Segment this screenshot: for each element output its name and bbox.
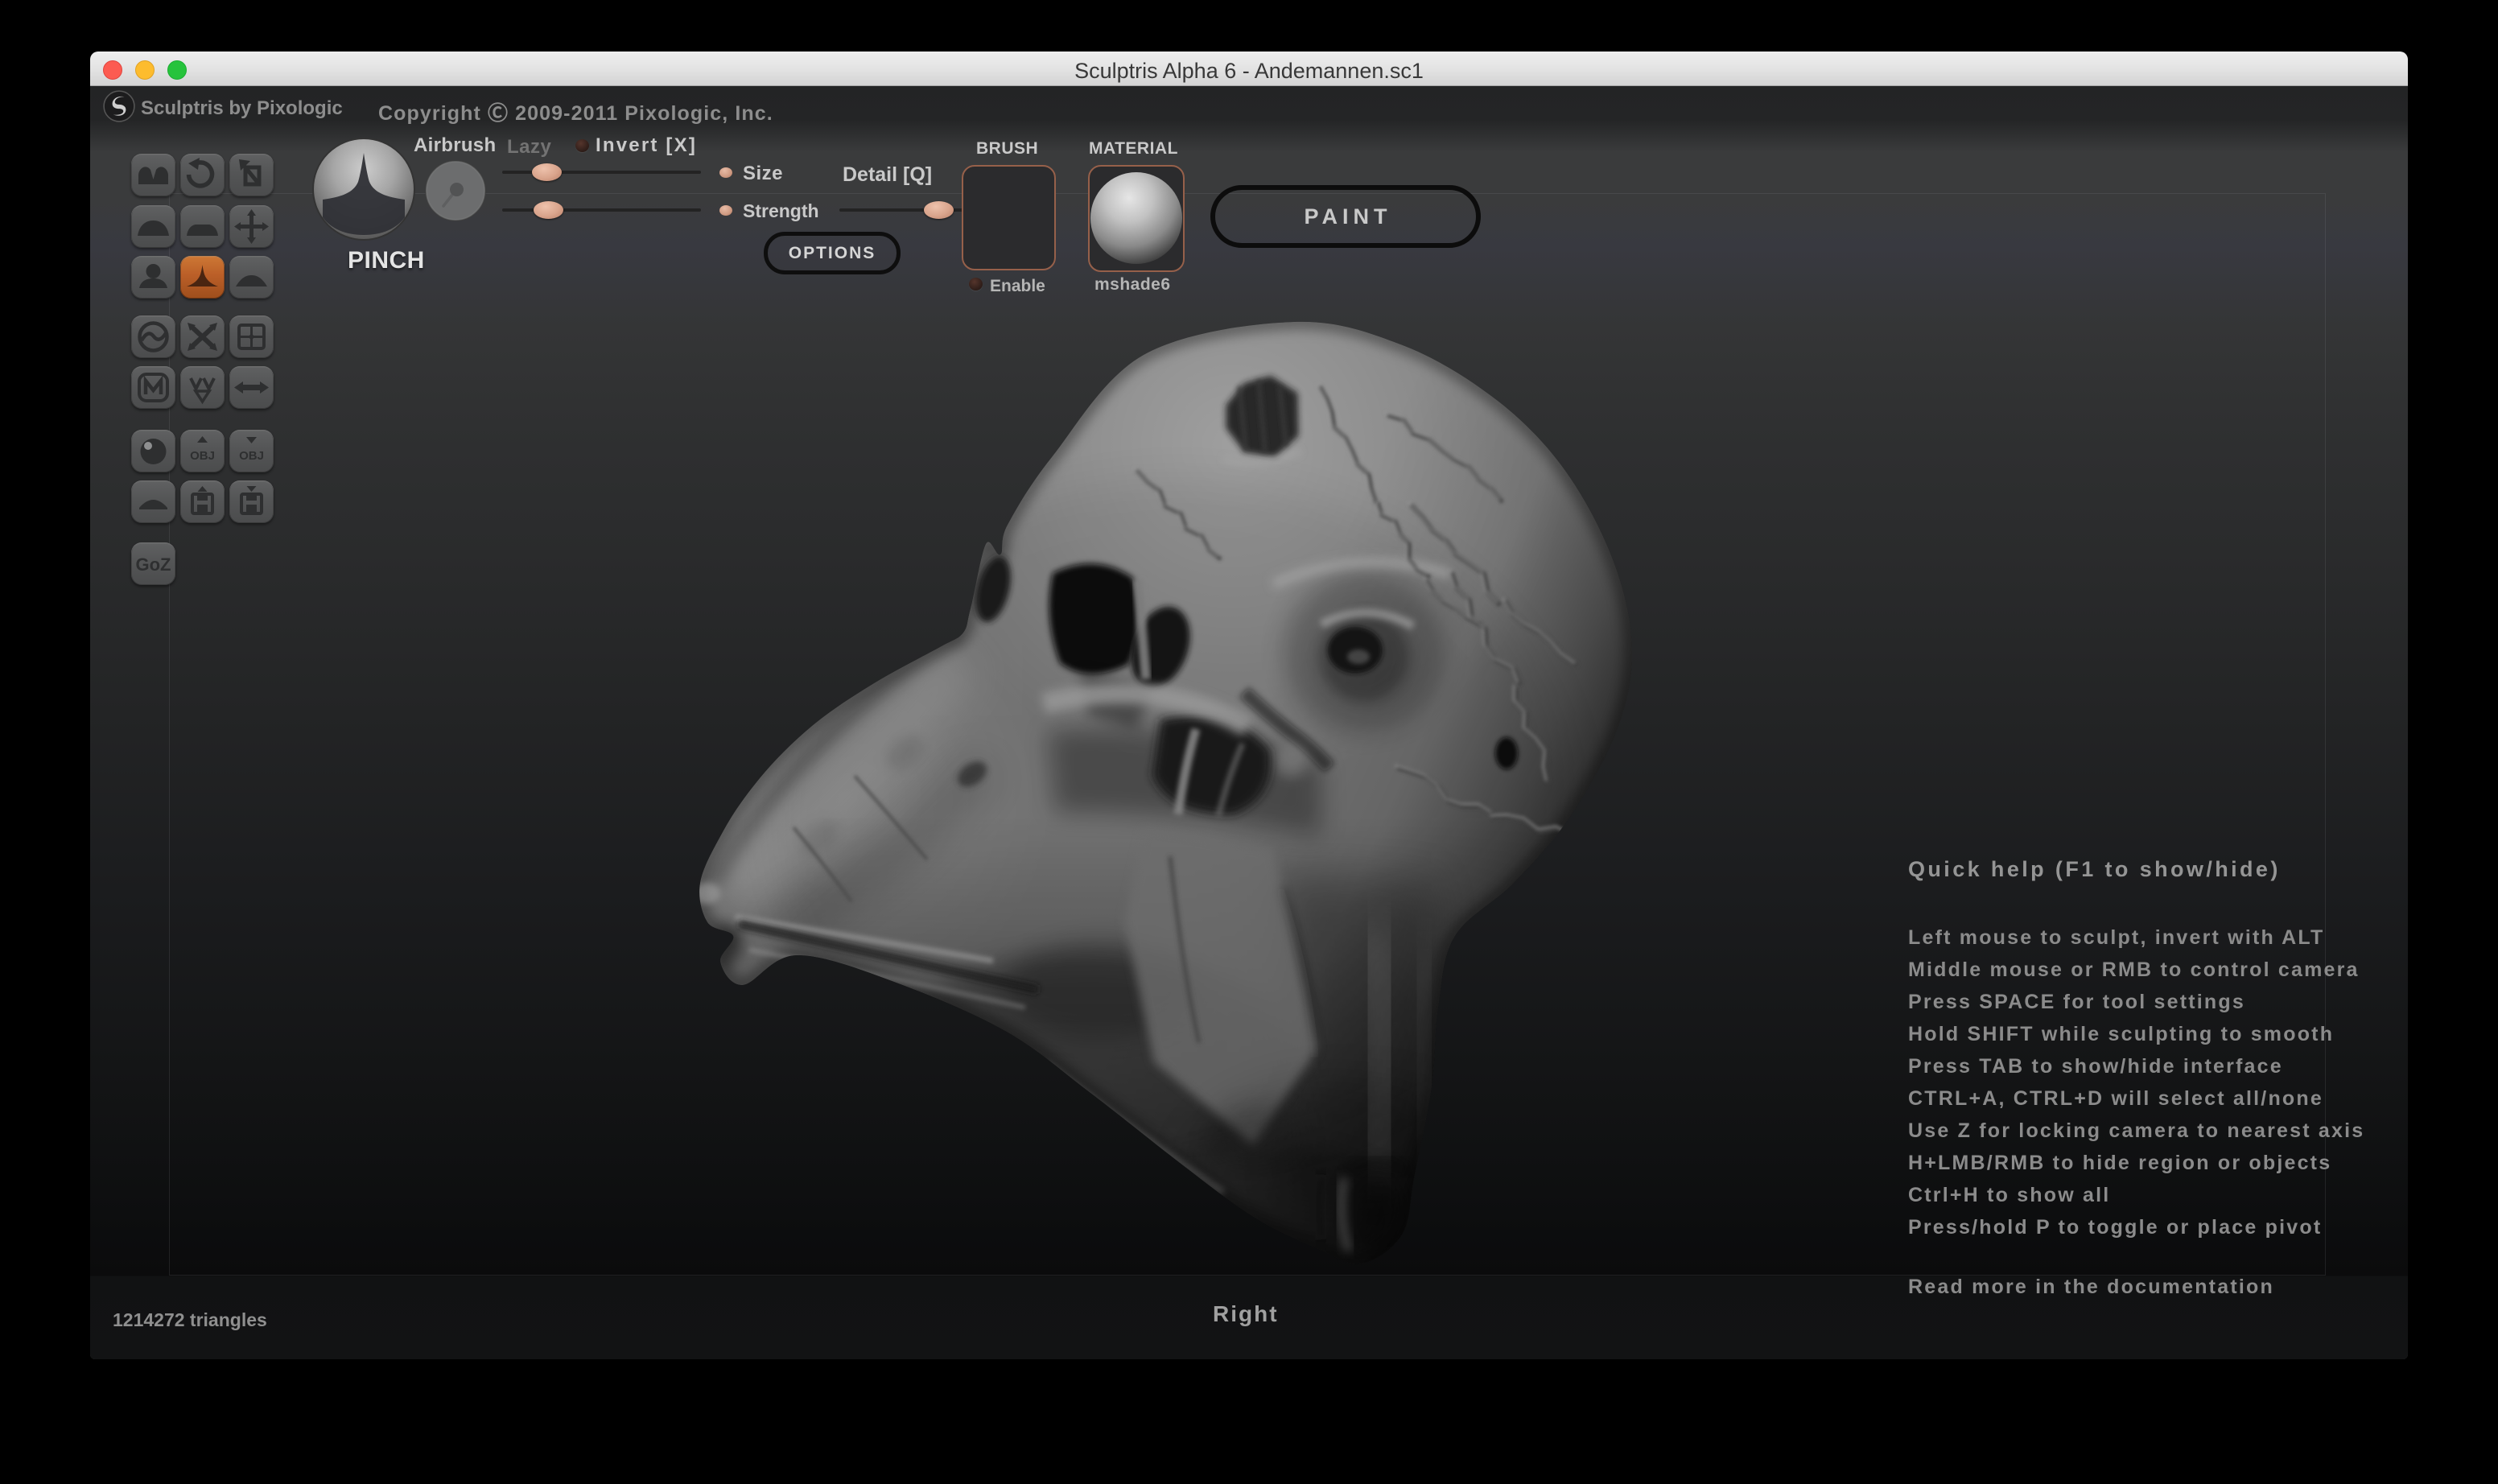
- svg-text:GoZ: GoZ: [136, 554, 171, 575]
- svg-text:OBJ: OBJ: [239, 449, 264, 463]
- svg-text:OBJ: OBJ: [190, 449, 215, 463]
